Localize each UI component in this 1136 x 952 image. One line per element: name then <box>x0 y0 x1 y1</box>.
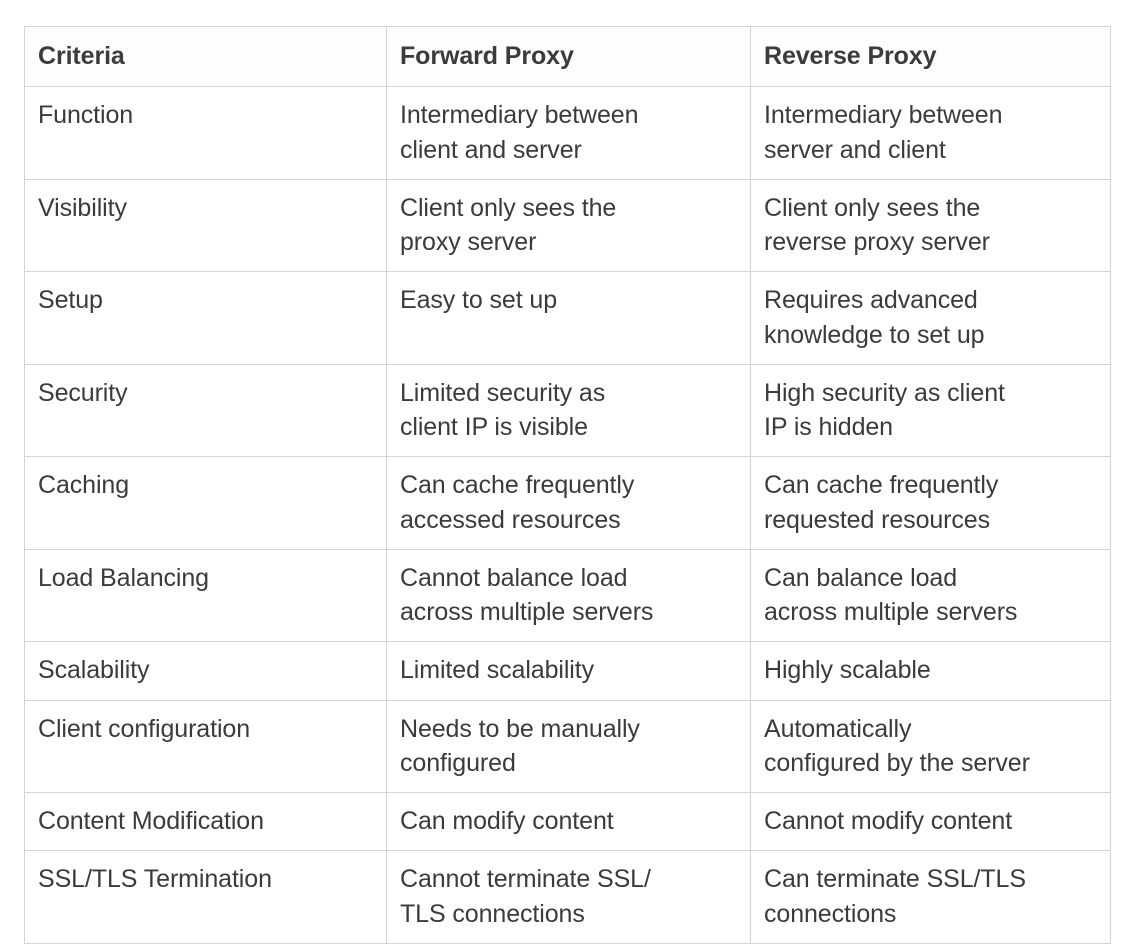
cell-text-line: client and server <box>400 135 582 164</box>
table-cell-criteria: Setup <box>24 271 387 365</box>
cell-text-line: Can modify content <box>400 807 614 835</box>
proxy-comparison-table: Criteria Forward Proxy Reverse Proxy Fun… <box>24 25 1111 944</box>
table-row: Client configuration Needs to be manually… <box>24 699 1111 793</box>
cell-text-line: IP is hidden <box>764 413 893 441</box>
cell-text-line: Intermediary between <box>764 101 1003 130</box>
cell-text-line: Can cache frequently <box>400 471 635 500</box>
table-cell-criteria: Scalability <box>24 641 387 701</box>
table-cell-value: Can modify content <box>386 791 751 852</box>
cell-text-line: High security as client <box>764 378 1005 407</box>
cell-text-line: Cannot modify content <box>764 807 1013 835</box>
table-row: Load Balancing Cannot balance load across … <box>24 548 1111 643</box>
cell-text-line: server and client <box>764 135 946 164</box>
table-cell-value: Can cache frequently requested resources <box>750 456 1111 550</box>
table-cell-value: Easy to set up <box>386 271 751 365</box>
table-cell-criteria: Caching <box>24 456 387 550</box>
cell-text-line: proxy server <box>400 228 537 256</box>
cell-text-line: Highly scalable <box>764 656 931 685</box>
table-row: Visibility Client only sees the proxy serv… <box>24 178 1111 273</box>
table-cell-value: Cannot modify content <box>750 791 1111 852</box>
table-cell-value: Cannot terminate SSL/TLS connections <box>386 850 751 944</box>
table-cell-value: Can balance load across multiple servers <box>750 548 1111 643</box>
table-header-row: Criteria Forward Proxy Reverse Proxy <box>24 25 1111 88</box>
table-cell-value: Needs to be manually configured <box>386 699 751 793</box>
cell-text-line: Limited security as <box>400 378 606 407</box>
cell-text-line: Easy to set up <box>400 286 558 315</box>
cell-text-line: knowledge to set up <box>764 320 985 349</box>
column-header-reverse-proxy: Reverse Proxy <box>750 25 1111 88</box>
table-row: Caching Can cache frequently accessed reso… <box>24 456 1111 550</box>
cell-text-line: Client only sees the <box>400 193 617 222</box>
cell-text-line: accessed resources <box>400 505 621 534</box>
cell-text-line: requested resources <box>764 505 991 534</box>
table-cell-criteria: Load Balancing <box>24 548 387 643</box>
table-row: Security Limited security as client IP is … <box>24 363 1111 458</box>
column-header-forward-proxy: Forward Proxy <box>386 25 751 88</box>
table-row: Content Modification Can modify content Ca… <box>24 791 1111 852</box>
table-cell-value: Can cache frequently accessed resources <box>386 456 751 550</box>
table-cell-value: Automatically configured by the server <box>750 699 1111 793</box>
cell-text-line: across multiple servers <box>764 598 1018 626</box>
table-cell-value: High security as client IP is hidden <box>750 363 1111 458</box>
cell-text-line: Automatically <box>764 714 912 743</box>
cell-text-line: Cannot terminate SSL/ <box>400 865 651 894</box>
cell-text-line: Requires advanced <box>764 286 978 315</box>
cell-text-line: client IP is visible <box>400 413 588 441</box>
table-cell-value: Intermediary between client and server <box>386 86 751 180</box>
table-header: Criteria Forward Proxy Reverse Proxy <box>24 25 1111 88</box>
cell-text-line: Intermediary between <box>400 101 639 130</box>
table-cell-value: Highly scalable <box>750 641 1111 701</box>
comparison-table-container: Criteria Forward Proxy Reverse Proxy Fun… <box>24 25 1111 944</box>
table-cell-criteria: Client configuration <box>24 699 387 793</box>
table-row: Function Intermediary between client and s… <box>24 86 1111 180</box>
table-cell-criteria: SSL/TLS Termination <box>24 850 387 944</box>
cell-text-line: Needs to be manually <box>400 714 640 743</box>
table-cell-value: Cannot balance load across multiple serve… <box>386 548 751 643</box>
page-root: Criteria Forward Proxy Reverse Proxy Fun… <box>0 0 1136 952</box>
column-header-criteria: Criteria <box>24 25 387 88</box>
table-cell-value: Limited security as client IP is visible <box>386 363 751 458</box>
cell-text-line: across multiple servers <box>400 598 654 626</box>
cell-text-line: Cannot balance load <box>400 563 628 592</box>
cell-text-line: configured by the server <box>764 748 1030 777</box>
table-cell-value: Client only sees the proxy server <box>386 178 751 273</box>
table-cell-criteria: Content Modification <box>24 791 387 852</box>
cell-text-line: Limited scalability <box>400 656 595 685</box>
table-row: SSL/TLS Termination Cannot terminate SSL/… <box>24 850 1111 944</box>
table-cell-criteria: Function <box>24 86 387 180</box>
cell-text-line: Can cache frequently <box>764 471 999 500</box>
cell-text-line: reverse proxy server <box>764 228 990 256</box>
cell-text-line: configured <box>400 748 516 777</box>
cell-text-line: TLS connections <box>400 899 585 928</box>
cell-text-line: connections <box>764 899 897 928</box>
table-cell-value: Intermediary between server and client <box>750 86 1111 180</box>
table-row: Scalability Limited scalability Highly sca… <box>24 641 1111 701</box>
table-cell-criteria: Security <box>24 363 387 458</box>
table-cell-value: Limited scalability <box>386 641 751 701</box>
cell-text-line: Can terminate SSL/TLS <box>764 865 1026 894</box>
table-cell-value: Requires advanced knowledge to set up <box>750 271 1111 365</box>
cell-text-line: Can balance load <box>764 563 957 592</box>
table-cell-value: Can terminate SSL/TLS connections <box>750 850 1111 944</box>
table-body: Function Intermediary between client and s… <box>24 86 1111 944</box>
table-cell-criteria: Visibility <box>24 178 387 273</box>
table-cell-value: Client only sees the reverse proxy server <box>750 178 1111 273</box>
cell-text-line: Client only sees the <box>764 193 981 222</box>
table-row: Setup Easy to set up Requires advanced know… <box>24 271 1111 365</box>
